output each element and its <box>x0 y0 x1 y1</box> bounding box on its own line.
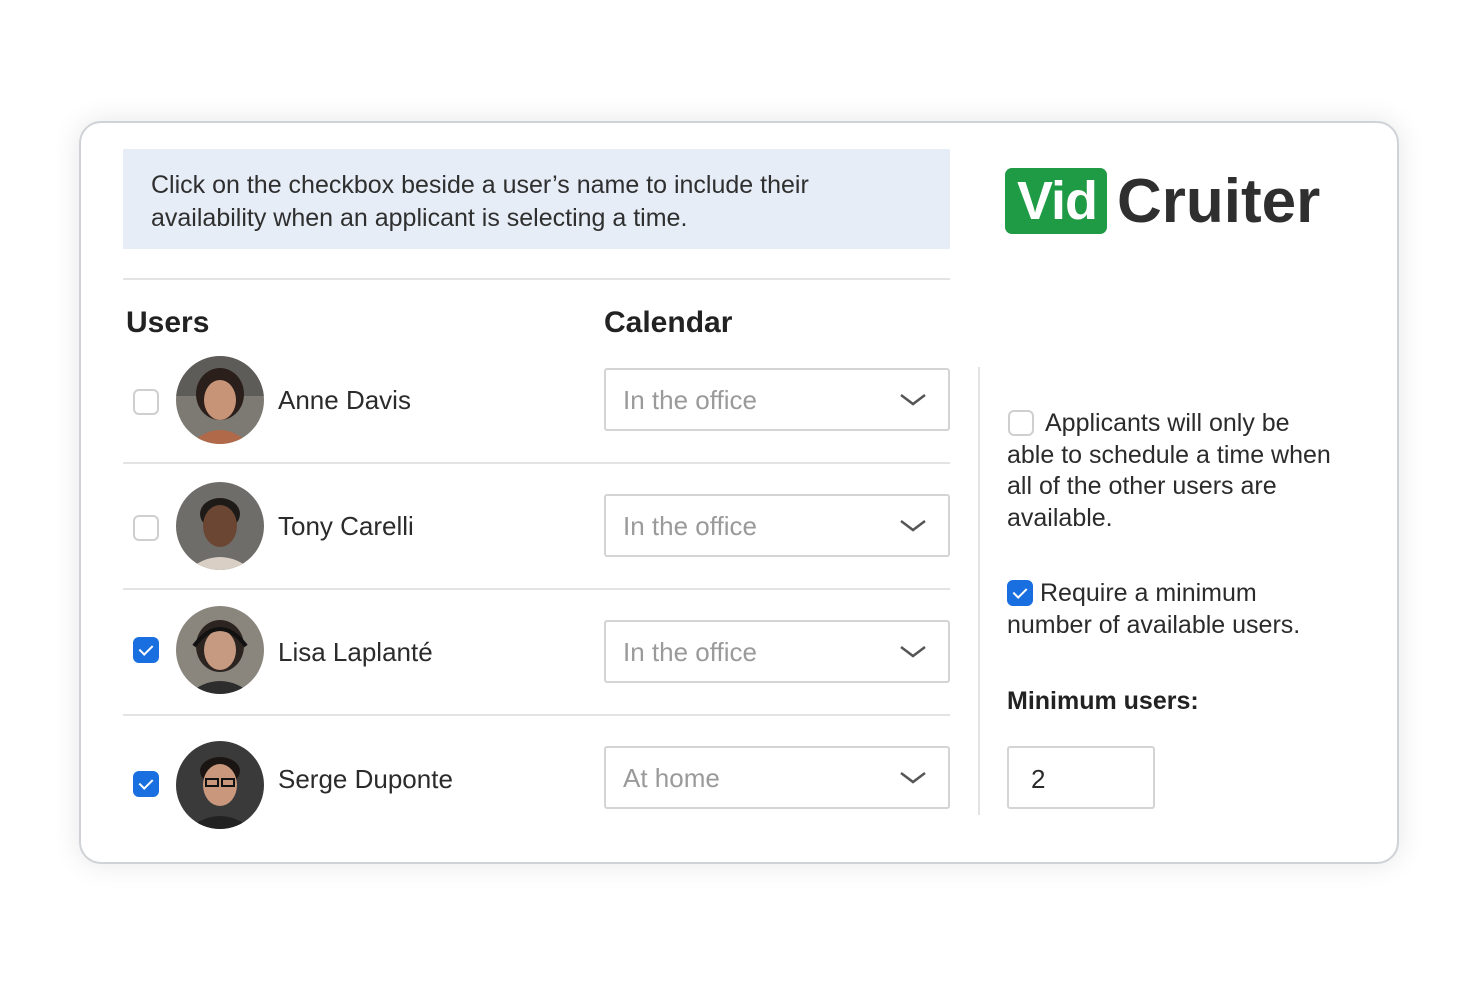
instructions-line-1: Click on the checkbox beside a user’s na… <box>151 171 809 199</box>
logo-cruiter: Cruiter <box>1117 166 1321 236</box>
calendar-select-lisa-laplante[interactable]: In the office <box>604 620 950 683</box>
chevron-down-icon <box>900 394 926 406</box>
all-available-label: Applicants will only be able to schedule… <box>1007 409 1331 532</box>
calendar-header: Calendar <box>604 306 733 339</box>
chevron-down-icon <box>900 772 926 784</box>
user-checkbox-serge-duponte[interactable] <box>133 771 159 797</box>
minimum-users-label: Minimum users: <box>1007 687 1199 715</box>
user-name-serge-duponte: Serge Duponte <box>278 764 453 794</box>
user-checkbox-anne-davis[interactable] <box>133 389 159 415</box>
avatar <box>176 606 264 694</box>
require-minimum-label: Require a minimum number of available us… <box>1007 579 1301 639</box>
minimum-users-input[interactable]: 2 <box>1007 746 1155 809</box>
instructions-banner: Click on the checkbox beside a user’s na… <box>123 149 950 249</box>
user-name-tony-carelli: Tony Carelli <box>278 511 414 541</box>
divider <box>123 588 950 590</box>
calendar-select-value: In the office <box>623 637 757 667</box>
calendar-select-value: In the office <box>623 385 757 415</box>
divider <box>123 714 950 716</box>
calendar-select-tony-carelli[interactable]: In the office <box>604 494 950 557</box>
calendar-select-serge-duponte[interactable]: At home <box>604 746 950 809</box>
avatar <box>176 482 264 570</box>
instructions-line-2: availability when an applicant is select… <box>151 204 688 232</box>
avatar <box>176 356 264 444</box>
calendar-select-value: In the office <box>623 511 757 541</box>
vidcruiter-logo: Vid Cruiter <box>1005 166 1321 236</box>
chevron-down-icon <box>900 646 926 658</box>
vertical-divider <box>978 367 980 815</box>
user-name-anne-davis: Anne Davis <box>278 385 411 415</box>
calendar-select-value: At home <box>623 763 720 793</box>
divider <box>123 278 950 280</box>
avatar <box>176 741 264 829</box>
calendar-select-anne-davis[interactable]: In the office <box>604 368 950 431</box>
users-header: Users <box>126 306 210 339</box>
availability-settings-card: Click on the checkbox beside a user’s na… <box>79 121 1399 864</box>
user-name-lisa-laplante: Lisa Laplanté <box>278 637 433 667</box>
logo-vid: Vid <box>1005 168 1108 234</box>
user-checkbox-lisa-laplante[interactable] <box>133 637 159 663</box>
divider <box>123 462 950 464</box>
chevron-down-icon <box>900 520 926 532</box>
user-checkbox-tony-carelli[interactable] <box>133 515 159 541</box>
